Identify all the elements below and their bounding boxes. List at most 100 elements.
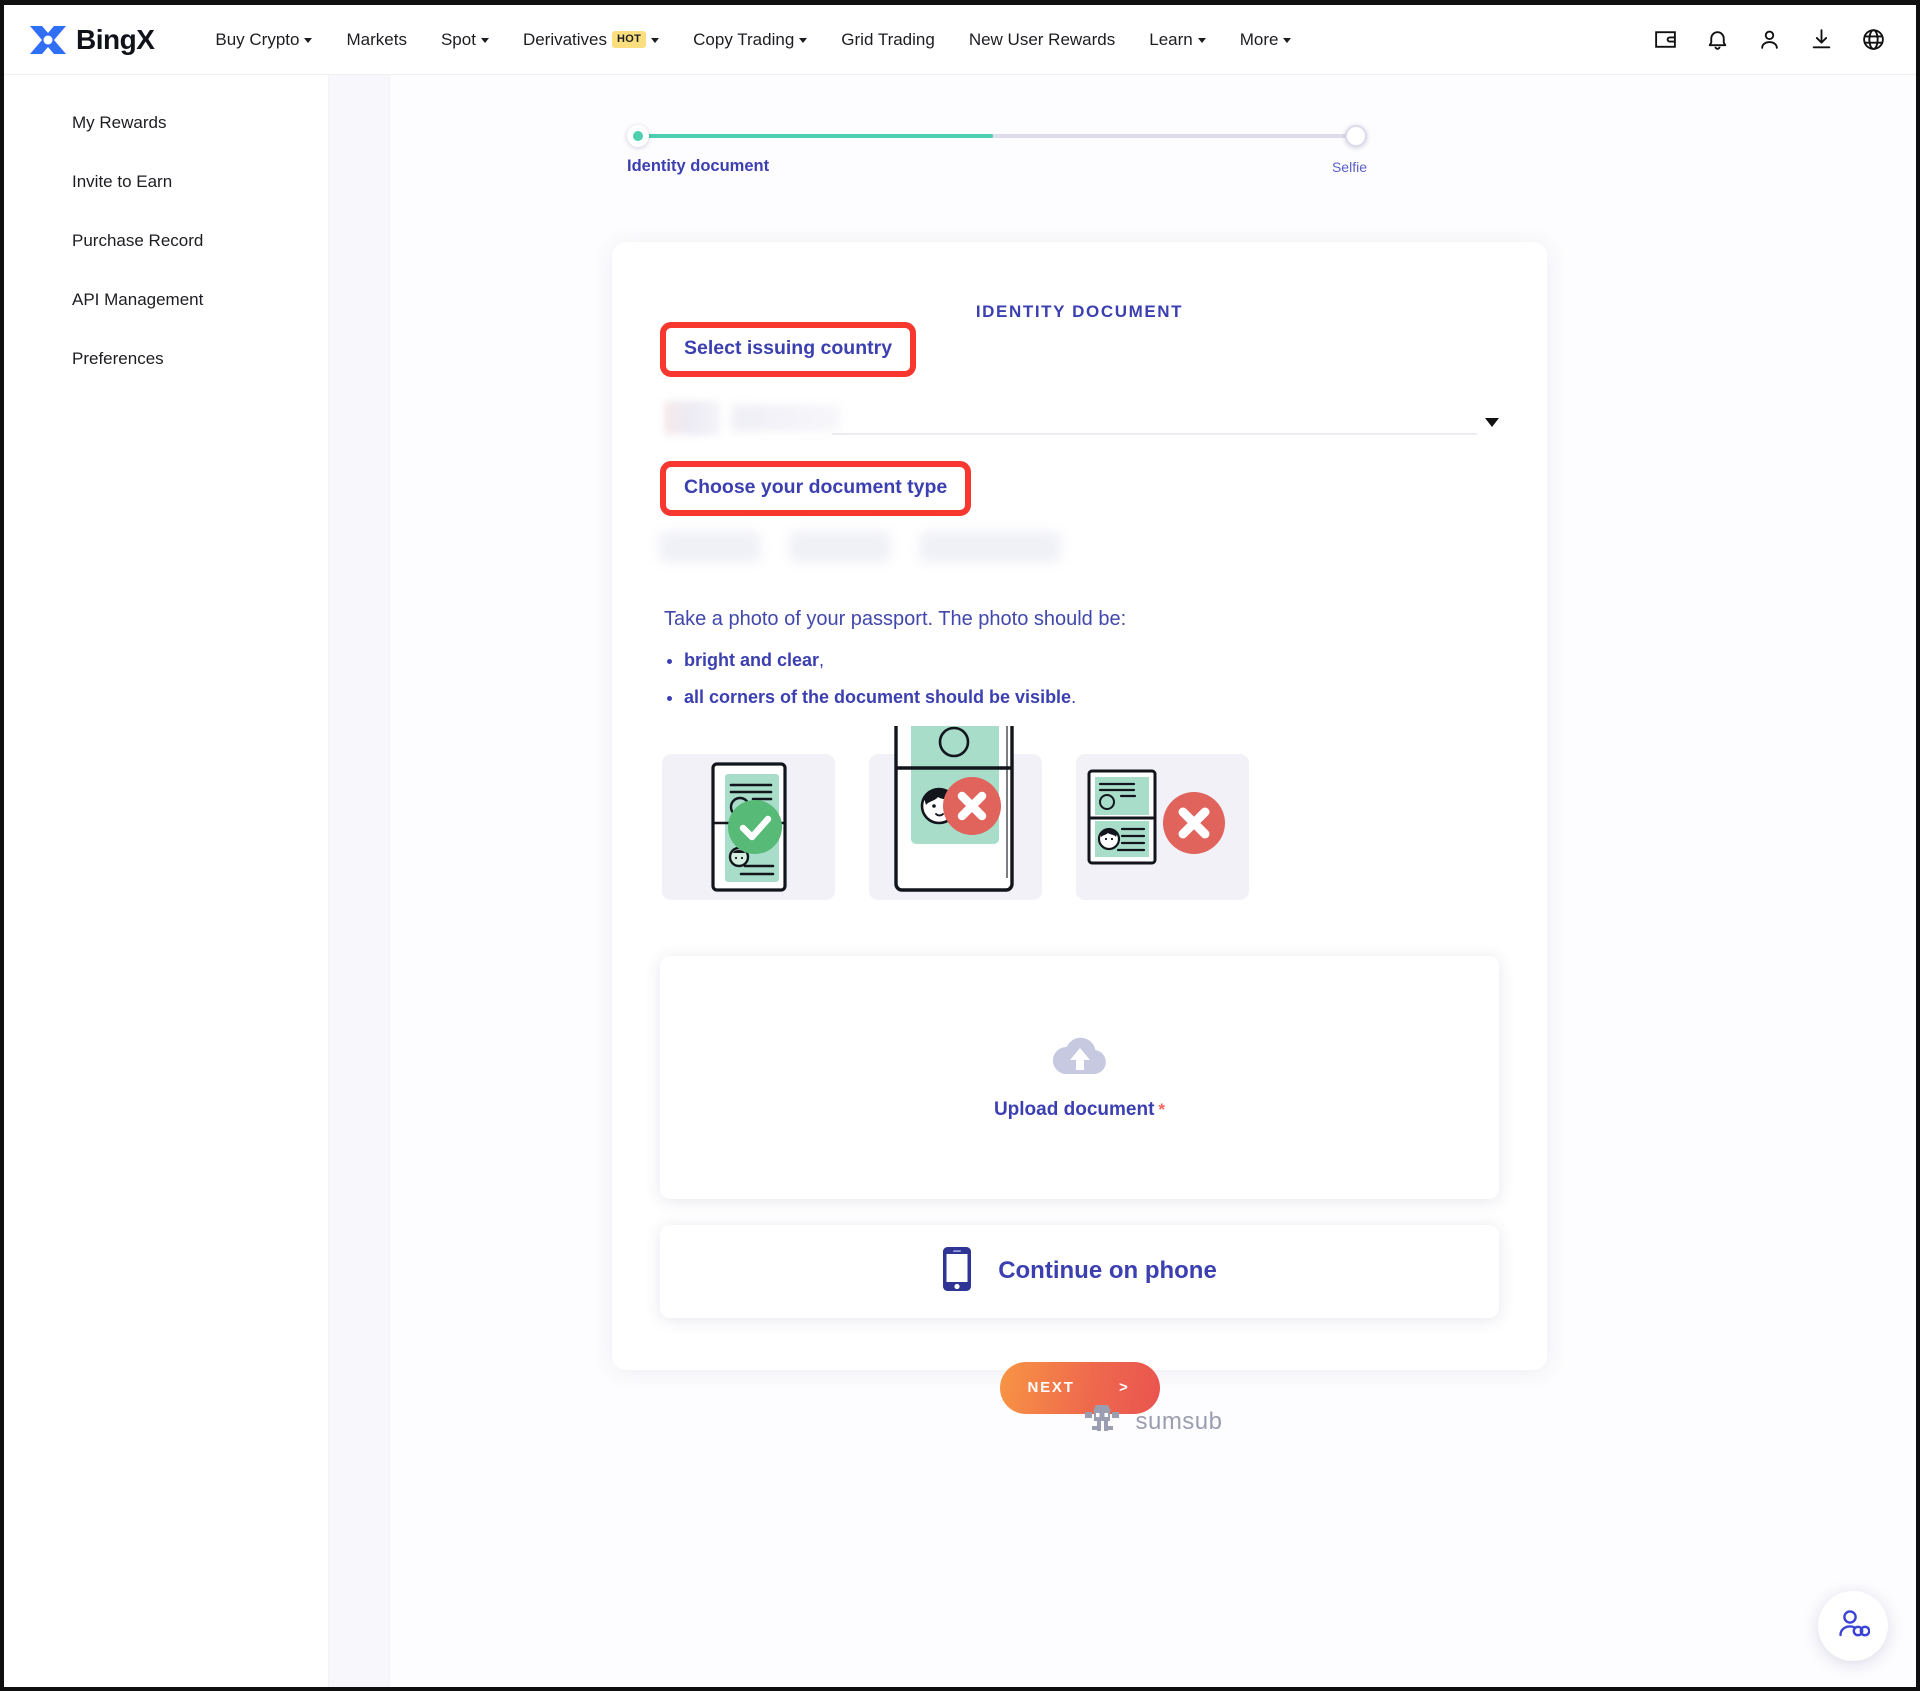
bullet-strong: all corners of the document should be vi… (684, 687, 1072, 708)
nav-label: Markets (346, 29, 407, 49)
nav-item-grid-trading[interactable]: Grid Trading (824, 30, 952, 50)
globe-icon[interactable] (1860, 27, 1886, 53)
issuing-country-select[interactable] (660, 391, 1499, 435)
incomplete-document-example (1076, 753, 1249, 900)
hot-badge: HOT (612, 31, 647, 48)
nav-label: Learn (1149, 29, 1193, 49)
instructions-heading: Take a photo of your passport. The photo… (664, 608, 1127, 630)
document-type-label: Choose your document type (684, 476, 948, 498)
nav-label: New User Rewards (968, 29, 1116, 49)
upload-cloud-icon (1052, 1034, 1108, 1083)
country-flag-icon (664, 401, 720, 435)
chevron-right-icon: > (1118, 1379, 1130, 1397)
download-icon[interactable] (1808, 27, 1834, 53)
next-button-label: NEXT (1027, 1379, 1075, 1397)
chevron-down-icon (1197, 38, 1206, 43)
incomplete-document-illustration (1087, 769, 1225, 865)
sumsub-robot-icon (1083, 1402, 1121, 1441)
sumsub-wordmark: sumsub (1135, 1407, 1223, 1435)
support-agent-icon (1836, 1607, 1871, 1646)
issuing-country-label: Select issuing country (684, 337, 893, 359)
account-sidebar: My Rewards Invite to Earn Purchase Recor… (4, 75, 328, 1687)
required-marker: * (1158, 1099, 1166, 1119)
nav-item-copy-trading[interactable]: Copy Trading (676, 30, 824, 50)
good-document-illustration (710, 762, 787, 892)
instruction-bullet: all corners of the document should be vi… (684, 686, 1499, 709)
upload-document-label: Upload document * (994, 1099, 1165, 1121)
document-examples (660, 725, 1499, 900)
cropped-document-example (869, 725, 1042, 900)
highlight-box-issuing-country: Select issuing country (660, 322, 917, 377)
upload-text: Upload document (993, 1098, 1155, 1120)
chevron-down-icon[interactable] (1485, 418, 1499, 427)
nav-label: Grid Trading (841, 29, 935, 49)
good-document-example (662, 753, 835, 900)
bullet-strong: bright and clear (684, 650, 820, 670)
chevron-down-icon (304, 38, 313, 43)
nav-label: More (1239, 29, 1279, 49)
continue-on-phone-label: Continue on phone (998, 1257, 1217, 1285)
bingx-logo[interactable]: BingX (28, 23, 155, 57)
stepper-track (627, 125, 1367, 147)
document-type-options[interactable] (660, 532, 1499, 562)
document-type-option[interactable] (660, 532, 760, 562)
mobile-phone-icon (942, 1246, 972, 1297)
stepper-progress-fill (638, 134, 993, 138)
navbar-actions (1652, 27, 1886, 53)
bullet-tail: . (1071, 687, 1077, 708)
page-root: BingX Buy Crypto Markets Spot Derivative… (0, 0, 1920, 1691)
continue-on-phone-button[interactable]: Continue on phone (660, 1224, 1499, 1318)
sidebar-item-label: My Rewards (72, 112, 167, 132)
sidebar-item-api-management[interactable]: API Management (4, 270, 328, 329)
nav-item-markets[interactable]: Markets (329, 30, 423, 50)
sidebar-item-invite-to-earn[interactable]: Invite to Earn (4, 152, 328, 211)
sidebar-item-label: Preferences (72, 348, 164, 368)
select-underline (832, 433, 1477, 435)
bell-icon[interactable] (1704, 27, 1730, 53)
nav-item-derivatives[interactable]: Derivatives HOT (506, 30, 676, 50)
kyc-stepper: Identity document Selfie (627, 125, 1367, 179)
document-type-option[interactable] (790, 532, 890, 562)
step-dot-selfie[interactable] (1345, 125, 1367, 147)
chevron-down-icon (480, 38, 489, 43)
user-icon[interactable] (1756, 27, 1782, 53)
instruction-bullets: bright and clear, all corners of the doc… (660, 649, 1499, 710)
nav-label: Copy Trading (693, 29, 795, 49)
support-agent-button[interactable] (1818, 1591, 1888, 1661)
wallet-icon[interactable] (1652, 27, 1678, 53)
chevron-down-icon (799, 38, 808, 43)
sidebar-item-label: Invite to Earn (72, 171, 173, 191)
content-gutter (328, 75, 390, 1687)
instruction-bullet: bright and clear, (684, 649, 1499, 672)
chevron-down-icon (1283, 38, 1292, 43)
cropped-document-illustration (894, 725, 1014, 892)
nav-item-more[interactable]: More (1223, 30, 1309, 50)
sidebar-item-label: API Management (72, 289, 204, 309)
nav-label: Buy Crypto (215, 29, 300, 49)
upload-document-dropzone[interactable]: Upload document * (660, 955, 1499, 1199)
country-value-redacted (732, 405, 840, 431)
sidebar-item-my-rewards[interactable]: My Rewards (4, 93, 328, 152)
bingx-logo-icon (28, 23, 70, 57)
document-type-option[interactable] (920, 532, 1060, 562)
bullet-tail: , (819, 650, 825, 670)
body-area: My Rewards Invite to Earn Purchase Recor… (4, 75, 1916, 1687)
nav-item-new-user-rewards[interactable]: New User Rewards (952, 30, 1132, 50)
sidebar-item-purchase-record[interactable]: Purchase Record (4, 211, 328, 270)
step-dot-identity-document[interactable] (627, 125, 649, 147)
highlight-box-document-type: Choose your document type (660, 461, 972, 516)
nav-item-spot[interactable]: Spot (424, 30, 506, 50)
kyc-content-area: Identity document Selfie IDENTITY DOCUME… (390, 75, 1916, 1687)
step-label-identity-document: Identity document (627, 157, 770, 175)
sidebar-item-preferences[interactable]: Preferences (4, 329, 328, 388)
nav-menu: Buy Crypto Markets Spot Derivatives HOT … (198, 30, 1308, 50)
issuing-country-block: Select issuing country Choose your docum… (612, 322, 1547, 900)
nav-label: Derivatives (522, 29, 608, 49)
nav-item-learn[interactable]: Learn (1132, 30, 1222, 50)
nav-item-buy-crypto[interactable]: Buy Crypto (198, 30, 329, 50)
stepper-labels: Identity document Selfie (627, 157, 1367, 179)
chevron-down-icon (651, 38, 660, 43)
nav-label: Spot (440, 29, 476, 49)
window-frame-bottom (0, 1687, 1920, 1691)
identity-document-card: IDENTITY DOCUMENT Select issuing country… (612, 242, 1547, 1414)
